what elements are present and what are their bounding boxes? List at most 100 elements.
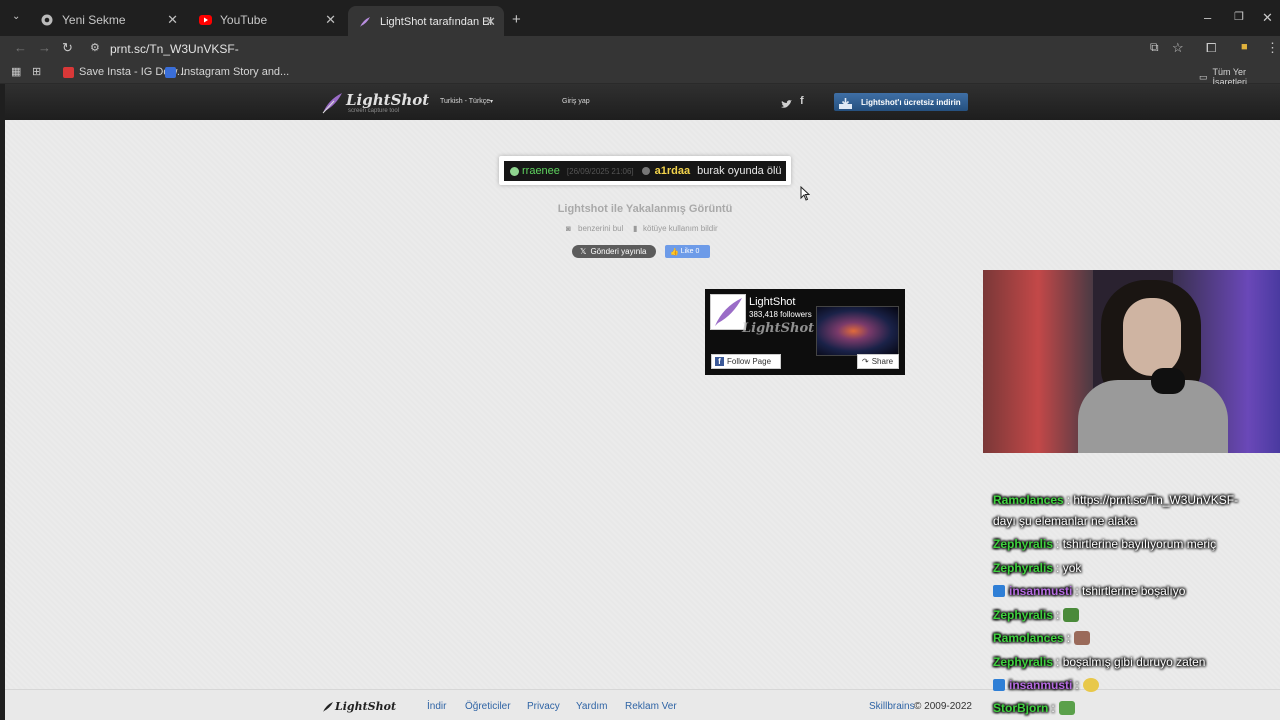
report-link[interactable]: kötüye kullanım bildir xyxy=(643,224,718,233)
footer-logo[interactable]: LightShot xyxy=(335,700,396,713)
youtube-icon xyxy=(198,13,212,27)
flag-icon: ▮ xyxy=(633,224,638,233)
facebook-icon[interactable]: f xyxy=(800,95,804,107)
fb-page-avatar[interactable] xyxy=(710,294,746,330)
close-icon[interactable]: ✕ xyxy=(325,12,336,28)
minimize-icon[interactable]: – xyxy=(1204,10,1211,25)
screenshot-message: burak oyunda ölü xyxy=(697,165,782,177)
site-info-icon[interactable]: ⚙ xyxy=(90,41,100,54)
stream-chat-message: Zephyralis : tshirtlerine bayılıyorum me… xyxy=(993,537,1216,551)
login-link[interactable]: Giriş yap xyxy=(562,98,590,105)
webcam-overlay xyxy=(983,270,1280,453)
fb-follow-button[interactable]: f Follow Page xyxy=(711,354,781,369)
footer-company-link[interactable]: Skillbrains xyxy=(869,701,915,712)
chat-text: : https://prnt.sc/Tn_W3UnVKSF- xyxy=(1066,493,1239,507)
footer-feather-icon xyxy=(322,700,334,718)
like-label: Like 0 xyxy=(680,248,700,255)
facebook-icon: f xyxy=(715,357,724,366)
tab-strip: ⌄ Yeni Sekme ✕ YouTube ✕ LightShot taraf… xyxy=(0,0,1280,38)
emote-icon xyxy=(1063,608,1080,622)
tab-search-icon[interactable]: ⌄ xyxy=(12,11,20,22)
footer-link-advertise[interactable]: Reklam Ver xyxy=(625,701,677,712)
address-bar[interactable]: prnt.sc/Tn_W3UnVKSF- xyxy=(110,42,239,56)
chat-username: Zephyralis xyxy=(993,608,1054,622)
close-window-icon[interactable]: ✕ xyxy=(1262,10,1273,26)
logo-tagline: screen capture tool xyxy=(348,108,400,114)
footer-link-download[interactable]: İndir xyxy=(427,701,446,712)
footer-copyright: © 2009-2022 xyxy=(914,701,972,712)
folder-icon: ▭ xyxy=(1199,71,1208,82)
bookmark-star-icon[interactable]: ☆ xyxy=(1172,40,1184,56)
download-label: Lightshot'ı ücretsiz indirin xyxy=(861,97,961,107)
chat-text: : yok xyxy=(1056,561,1082,575)
apps-icon[interactable]: ⊞ xyxy=(32,65,41,78)
language-select[interactable]: Turkish - Türkçe xyxy=(440,98,490,105)
tweet-button[interactable]: 𝕏 Gönderi yayınla xyxy=(572,245,656,258)
bookmark-label: Instagram Story and... xyxy=(181,66,290,78)
chat-username: insanmusti xyxy=(1009,584,1073,598)
new-tab-icon[interactable]: + xyxy=(512,11,521,28)
screenshot-user2: a1rdaa xyxy=(654,165,691,177)
user-badge-icon xyxy=(510,166,519,176)
dropdown-arrow-icon: ▾ xyxy=(490,99,494,105)
webcam-shirt xyxy=(1078,380,1228,453)
webcam-microphone xyxy=(1151,368,1185,394)
fb-share-label: Share xyxy=(871,357,894,366)
profile-icon[interactable]: ■ xyxy=(1241,41,1248,53)
camera-icon: ◙ xyxy=(566,224,571,233)
tab-lightshot[interactable]: LightShot tarafından Ekran Gör ✕ xyxy=(348,6,504,38)
fb-cover-logo: LightShot xyxy=(742,321,815,336)
chat-text: : boşalmış gibi duruyo zaten xyxy=(1056,655,1206,669)
chrome-icon xyxy=(40,13,54,27)
close-icon[interactable]: ✕ xyxy=(485,14,496,30)
screenshot-timestamp: [26/09/2025 21:06] xyxy=(566,166,634,176)
chat-badge-icon xyxy=(993,585,1005,597)
lightshot-logo[interactable]: LightShot xyxy=(346,91,429,109)
chat-username: Zephyralis xyxy=(993,561,1054,575)
footer-link-privacy[interactable]: Privacy xyxy=(527,701,560,712)
download-button[interactable]: Lightshot'ı ücretsiz indirin xyxy=(834,93,968,111)
close-icon[interactable]: ✕ xyxy=(167,12,178,28)
forward-icon[interactable]: → xyxy=(38,40,51,55)
instagram-favicon xyxy=(165,66,176,78)
tab-youtube[interactable]: YouTube ✕ xyxy=(188,7,344,33)
find-similar-link[interactable]: benzerini bul xyxy=(578,224,623,233)
extensions-icon[interactable]: ⧠ xyxy=(1206,40,1216,56)
fb-share-button[interactable]: ↷ Share xyxy=(857,354,899,369)
chat-text: : tshirtlerine boşalıyo xyxy=(1075,584,1186,598)
bookmark-instagram-story[interactable]: Instagram Story and... xyxy=(165,66,289,78)
menu-icon[interactable]: ⋮ xyxy=(1266,40,1279,56)
emote-icon xyxy=(1082,678,1099,692)
fb-follow-label: Follow Page xyxy=(727,357,772,366)
chat-text: : xyxy=(1075,678,1079,692)
tab-title: LightShot tarafından Ekran Gör xyxy=(380,16,492,28)
lightshot-feather-icon xyxy=(715,298,742,326)
save-insta-favicon xyxy=(63,66,74,78)
chat-username: StorBjorn xyxy=(993,701,1049,715)
stream-chat-message: Zephyralis : xyxy=(993,608,1080,622)
fb-like-button[interactable]: 👍 Like 0 xyxy=(665,245,710,258)
stream-chat-message: Zephyralis : yok xyxy=(993,561,1081,575)
chat-text: : tshirtlerine bayılıyorum meriç xyxy=(1056,537,1217,551)
sidebar-icon[interactable]: ▦ xyxy=(11,65,21,78)
maximize-icon[interactable]: ❐ xyxy=(1234,10,1244,23)
stream-chat-message: Ramolances : xyxy=(993,631,1091,645)
chat-text: : xyxy=(1051,701,1055,715)
chat-username: Ramolances xyxy=(993,493,1064,507)
chat-text: : xyxy=(1056,608,1060,622)
footer-link-tutorials[interactable]: Öğreticiler xyxy=(465,701,511,712)
stream-chat-message: insanmusti : xyxy=(993,678,1099,692)
cast-icon[interactable]: ⧉ xyxy=(1150,40,1159,55)
emote-icon xyxy=(1058,701,1075,715)
captured-screenshot: rraenee [26/09/2025 21:06] a1rdaa burak … xyxy=(499,156,791,185)
tab-new-tab[interactable]: Yeni Sekme ✕ xyxy=(30,7,186,33)
fb-page-name[interactable]: LightShot xyxy=(749,296,795,308)
footer-link-help[interactable]: Yardım xyxy=(576,701,608,712)
reload-icon[interactable]: ↻ xyxy=(62,40,73,56)
back-icon[interactable]: ← xyxy=(14,40,27,55)
tab-title: Yeni Sekme xyxy=(62,13,126,27)
screenshot-user1: rraenee xyxy=(522,165,560,177)
twitter-icon[interactable] xyxy=(781,96,792,114)
lightshot-logo-icon[interactable] xyxy=(321,92,343,119)
download-icon xyxy=(839,96,852,114)
